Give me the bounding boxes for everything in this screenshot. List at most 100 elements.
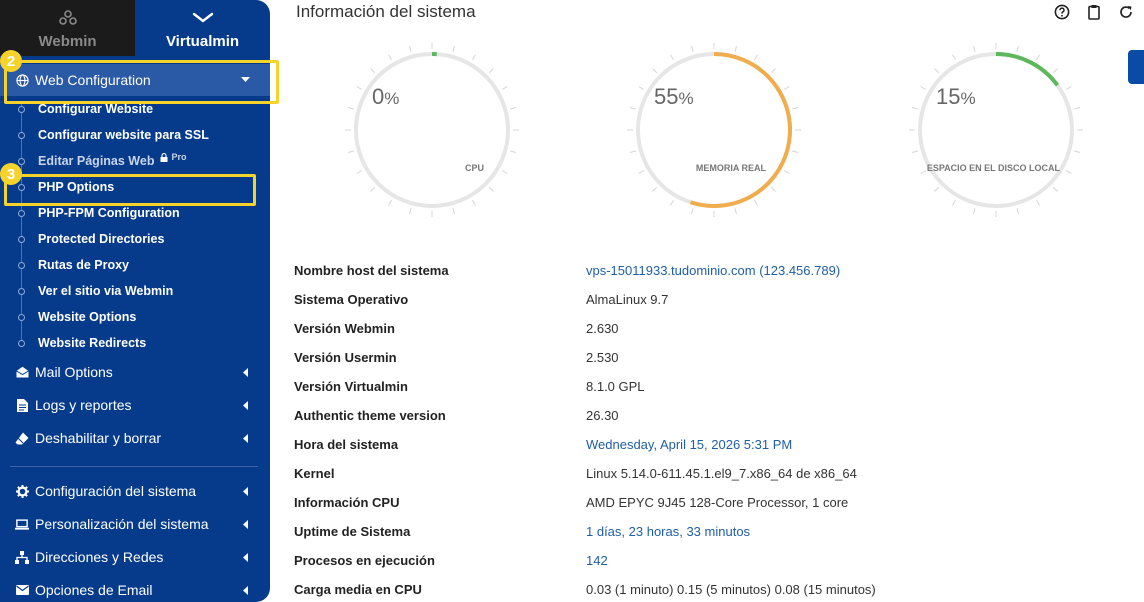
info-key: Authentic theme version	[294, 408, 446, 423]
gauge-tick	[1036, 54, 1040, 61]
submenu-editar-paginas-web[interactable]: Editar Páginas Web Pro	[0, 148, 270, 174]
gauge-tick	[488, 68, 494, 74]
pro-label: Pro	[171, 152, 187, 162]
submenu-rutas-de-proxy[interactable]: Rutas de Proxy	[0, 252, 270, 278]
toolbar	[1054, 4, 1134, 20]
gauge-tick	[370, 186, 376, 192]
gauge-tick	[452, 45, 456, 52]
gauge-tick	[510, 150, 517, 154]
info-key: Kernel	[294, 466, 335, 481]
gauge-tick	[1074, 150, 1081, 154]
help-icon[interactable]	[1054, 4, 1070, 20]
gauge-tick	[783, 170, 790, 174]
gauge-tick	[972, 208, 976, 215]
submenu-label: Protected Directories	[38, 232, 165, 246]
bullet-icon	[18, 131, 25, 139]
gauge-tick	[501, 86, 508, 90]
submenu-ver-sitio-webmin[interactable]: Ver el sitio via Webmin	[0, 278, 270, 304]
submenu-label: Ver el sitio via Webmin	[38, 284, 174, 298]
refresh-icon[interactable]	[1118, 4, 1134, 20]
gauge-fill-arc	[995, 52, 1060, 87]
gauge-unit: %	[960, 89, 976, 108]
info-row: Carga media en CPU 0.03 (1 minuto) 0.15 (…	[294, 575, 1114, 602]
side-panel-toggle[interactable]	[1128, 50, 1144, 84]
gauge-tick	[670, 54, 674, 61]
gauge-tick	[1065, 86, 1072, 90]
processes-link[interactable]: 142	[586, 553, 608, 568]
gauge-tick	[388, 199, 392, 206]
submenu-protected-directories[interactable]: Protected Directories	[0, 226, 270, 252]
bullet-icon	[18, 105, 25, 113]
submenu-configurar-website-ssl[interactable]: Configurar website para SSL	[0, 122, 270, 148]
menu-direcciones-redes[interactable]: Direcciones y Redes	[0, 542, 270, 572]
gauge-tick	[629, 106, 636, 110]
menu-label: Deshabilitar y borrar	[35, 430, 162, 446]
gauge-tick	[488, 186, 494, 192]
gauge-track	[354, 52, 510, 208]
menu-opciones-email[interactable]: Opciones de Email	[0, 575, 270, 602]
gauge-tick	[1036, 199, 1040, 206]
info-value: 0.03 (1 minuto) 0.15 (5 minutos) 0.08 (1…	[586, 582, 876, 597]
gauge-tick	[792, 106, 799, 110]
webmin-logo-icon	[58, 7, 78, 29]
gauge-tick	[934, 186, 940, 192]
info-value: 8.1.0 GPL	[586, 379, 645, 394]
gauge-tick	[472, 199, 476, 206]
webmin-tab[interactable]: Webmin	[0, 0, 135, 56]
gauge-dial	[909, 43, 1083, 217]
gauge-tick	[734, 45, 738, 52]
gauge-tick	[472, 54, 476, 61]
gauge-tick	[370, 68, 376, 74]
gauge-tick	[510, 106, 517, 110]
submenu-label: Website Options	[38, 310, 137, 324]
menu-deshabilitar-borrar[interactable]: Deshabilitar y borrar	[0, 423, 270, 453]
menu-logs-reportes[interactable]: Logs y reportes	[0, 390, 270, 420]
bullet-icon	[18, 261, 25, 269]
menu-configuracion-sistema[interactable]: Configuración del sistema	[0, 476, 270, 506]
gauge-tick	[1074, 106, 1081, 110]
gauge-tick	[1016, 45, 1020, 52]
hostname-link[interactable]: vps-15011933.tudominio.com (123.456.789)	[586, 263, 840, 278]
gauge-tick	[952, 199, 956, 206]
system-time-link[interactable]: Wednesday, April 15, 2026 5:31 PM	[586, 437, 792, 452]
info-value: 26.30	[586, 408, 619, 423]
gauge-number: 15	[936, 84, 961, 109]
info-row: Versión Webmin 2.630	[294, 314, 1114, 343]
menu-personalizacion-sistema[interactable]: Personalización del sistema	[0, 509, 270, 539]
gauge-tick	[754, 199, 758, 206]
submenu-label: Rutas de Proxy	[38, 258, 130, 272]
gauge-tick	[1052, 68, 1058, 74]
gauge-number: 55	[654, 84, 679, 109]
uptime-link[interactable]: 1 días, 23 horas, 33 minutos	[586, 524, 750, 539]
pro-badge: Pro	[160, 152, 186, 162]
caret-left-icon	[238, 400, 252, 410]
webmin-tab-label: Webmin	[38, 33, 97, 50]
info-row: Authentic theme version 26.30	[294, 401, 1114, 430]
gauge-tick	[690, 208, 694, 215]
gauge-tick	[638, 170, 645, 174]
submenu-label: PHP-FPM Configuration	[38, 206, 180, 220]
gauge-tick	[1052, 186, 1058, 192]
info-key: Procesos en ejecución	[294, 553, 435, 568]
laptop-icon	[15, 517, 29, 531]
info-row: Uptime de Sistema 1 días, 23 horas, 33 mi…	[294, 517, 1114, 546]
caret-left-icon	[238, 433, 252, 443]
gauge-tick	[770, 68, 776, 74]
menu-label: Direcciones y Redes	[35, 549, 164, 565]
bullet-icon	[18, 157, 25, 165]
caret-left-icon	[238, 367, 252, 377]
info-key: Información CPU	[294, 495, 400, 510]
submenu-website-options[interactable]: Website Options	[0, 304, 270, 330]
virtualmin-tab[interactable]: Virtualmin	[135, 0, 270, 56]
menu-mail-options[interactable]: Mail Options	[0, 357, 270, 387]
gauge-tick	[629, 150, 636, 154]
gauge-tick	[452, 208, 456, 215]
caret-left-icon	[238, 519, 252, 529]
clipboard-icon[interactable]	[1086, 4, 1102, 20]
submenu-label: Configurar Website	[38, 102, 154, 116]
menu-label: Opciones de Email	[35, 582, 153, 598]
info-key: Hora del sistema	[294, 437, 399, 452]
submenu-website-redirects[interactable]: Website Redirects	[0, 330, 270, 356]
sidebar-divider	[10, 466, 258, 467]
gauge-tick	[754, 54, 758, 61]
